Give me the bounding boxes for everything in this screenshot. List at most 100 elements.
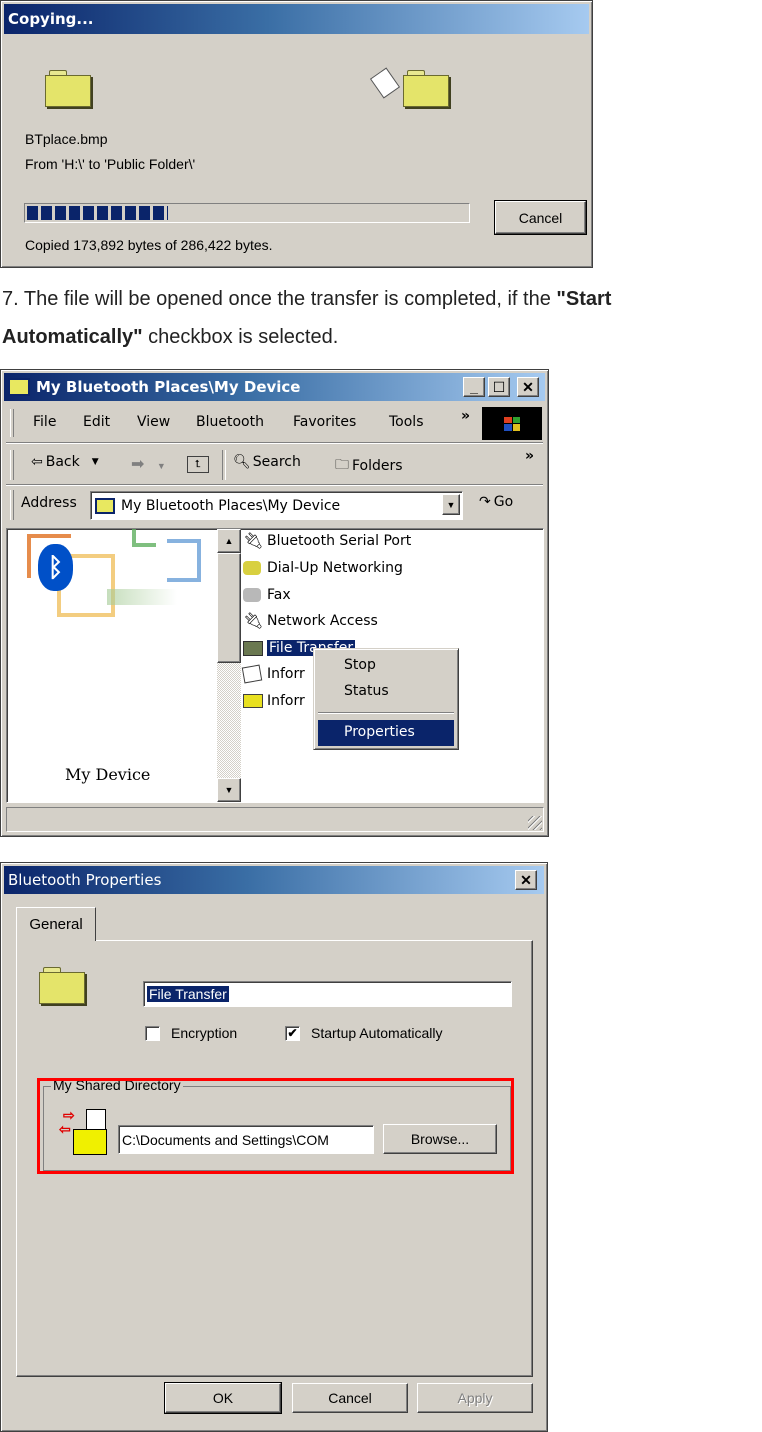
menu-edit[interactable]: Edit [83, 414, 110, 430]
toolbar-separator [222, 450, 226, 480]
destination-folder-icon [403, 70, 449, 107]
copying-title: Copying... [8, 10, 94, 28]
list-item-info-sync[interactable]: Inforr [241, 663, 305, 685]
copy-from-to: From 'H:\' to 'Public Folder\' [25, 156, 196, 172]
toolbar-divider [6, 442, 543, 444]
copy-status: Copied 173,892 bytes of 286,422 bytes. [25, 237, 273, 253]
menu-chevron[interactable]: » [461, 408, 470, 424]
search-icon: 🔍︎ [233, 454, 251, 470]
close-button[interactable]: ✕ [517, 377, 539, 397]
scroll-up-button[interactable]: ▲ [217, 529, 241, 553]
forward-dropdown-icon[interactable]: ▼ [157, 461, 166, 471]
context-menu-status[interactable]: Status [344, 683, 389, 699]
instruction-line-1: 7. The file will be opened once the tran… [2, 288, 611, 311]
instruction-text-before: 7. The file will be opened once the tran… [2, 288, 557, 310]
cancel-button[interactable]: Cancel [292, 1383, 408, 1413]
up-folder-icon[interactable]: ⮤ [187, 456, 209, 473]
copying-titlebar: Copying... [4, 4, 589, 34]
list-item-dial-up[interactable]: Dial-Up Networking [243, 557, 403, 579]
search-label: Search [252, 454, 301, 470]
properties-title: Bluetooth Properties [8, 871, 162, 889]
info-exchange-icon [243, 694, 263, 708]
apply-button[interactable]: Apply [417, 1383, 533, 1413]
content-pane: ᛒ My Device ▲ ▼ 🔌︎ Bluetooth Serial Port… [6, 528, 544, 803]
address-value: My Bluetooth Places\My Device [121, 497, 341, 514]
service-name-value: File Transfer [147, 986, 229, 1002]
instruction-bold-start: "Start [556, 288, 612, 310]
menu-view[interactable]: View [137, 414, 170, 430]
file-transfer-folder-icon [243, 640, 263, 656]
list-item-fax[interactable]: Fax [243, 584, 291, 606]
maximize-button[interactable]: ☐ [488, 377, 510, 397]
properties-dialog: Bluetooth Properties ✕ General File Tran… [0, 862, 548, 1432]
properties-close-button[interactable]: ✕ [515, 870, 537, 890]
windows-logo [482, 407, 542, 440]
folders-icon: 🗀 [335, 457, 349, 473]
resize-grip-icon[interactable] [528, 816, 542, 830]
copying-dialog: Copying... BTplace.bmp From 'H:\' to 'Pu… [0, 0, 593, 268]
status-bar [6, 807, 544, 832]
checkmark-icon: ✔ [287, 1026, 298, 1040]
computer-icon [8, 378, 30, 396]
list-item-serial-port[interactable]: 🔌︎ Bluetooth Serial Port [243, 530, 411, 552]
address-divider [6, 484, 543, 486]
scroll-thumb[interactable] [217, 553, 241, 663]
dial-up-icon [243, 561, 261, 575]
go-button[interactable]: ↷ Go [479, 494, 513, 510]
flying-document-icon [369, 67, 401, 99]
folders-label: Folders [352, 458, 403, 474]
startup-automatically-label: Startup Automatically [311, 1025, 443, 1041]
info-sync-icon [241, 664, 263, 684]
go-arrow-icon: ↷ [479, 494, 491, 510]
explorer-title: My Bluetooth Places\My Device [36, 378, 301, 396]
ok-button[interactable]: OK [164, 1382, 282, 1414]
instruction-text-after: checkbox is selected. [142, 326, 339, 348]
device-caption: My Device [65, 765, 151, 784]
highlight-box [37, 1078, 514, 1174]
back-label: Back [45, 454, 80, 470]
startup-automatically-checkbox[interactable]: ✔ [285, 1026, 300, 1041]
toolbar-chevron[interactable]: » [525, 448, 534, 464]
list-item-network-access[interactable]: 🔌︎ Network Access [243, 610, 378, 632]
vertical-scrollbar[interactable]: ▲ ▼ [217, 529, 241, 802]
toolbar-grip[interactable] [10, 450, 14, 480]
address-computer-icon [95, 497, 115, 514]
address-grip[interactable] [10, 490, 14, 520]
menu-tools[interactable]: Tools [389, 414, 424, 430]
context-menu-stop[interactable]: Stop [344, 657, 376, 673]
context-menu-separator [318, 712, 454, 714]
fax-icon [243, 588, 261, 602]
context-menu-properties[interactable]: Properties [318, 720, 454, 746]
menubar-grip[interactable] [10, 409, 14, 437]
source-folder-icon [45, 70, 91, 107]
menu-bluetooth[interactable]: Bluetooth [196, 414, 264, 430]
copy-filename: BTplace.bmp [25, 131, 108, 147]
service-folder-icon [39, 967, 85, 1004]
properties-titlebar: Bluetooth Properties [4, 866, 544, 894]
bluetooth-logo-icon: ᛒ [38, 544, 73, 591]
service-name-input[interactable]: File Transfer [143, 981, 512, 1007]
tab-general[interactable]: General [16, 907, 96, 941]
encryption-label: Encryption [171, 1025, 238, 1041]
copy-progress-bar [24, 203, 470, 223]
back-arrow-icon: ⇦ [31, 454, 43, 470]
back-button[interactable]: ⇦ Back ▼ [31, 454, 99, 470]
address-input[interactable]: My Bluetooth Places\My Device ▼ [90, 491, 463, 520]
context-menu: Stop Status Properties [313, 648, 459, 750]
minimize-button[interactable]: _ [463, 377, 485, 397]
menu-file[interactable]: File [33, 414, 56, 430]
encryption-checkbox[interactable] [145, 1026, 160, 1041]
back-dropdown-icon[interactable]: ▼ [92, 457, 99, 467]
search-button[interactable]: 🔍︎ Search [233, 454, 301, 470]
network-access-icon: 🔌︎ [243, 611, 264, 630]
explorer-window: My Bluetooth Places\My Device _ ☐ ✕ File… [0, 369, 549, 837]
tab-general-label: General [29, 916, 83, 933]
menu-favorites[interactable]: Favorites [293, 414, 356, 430]
copy-progress-fill [27, 206, 168, 220]
copy-cancel-button[interactable]: Cancel [494, 200, 587, 235]
banner-graphic: ᛒ [7, 529, 217, 619]
folders-button[interactable]: 🗀 Folders [335, 454, 403, 478]
forward-button[interactable]: ➡ ▼ [131, 454, 166, 474]
address-dropdown-button[interactable]: ▼ [442, 494, 460, 515]
scroll-down-button[interactable]: ▼ [217, 778, 241, 802]
